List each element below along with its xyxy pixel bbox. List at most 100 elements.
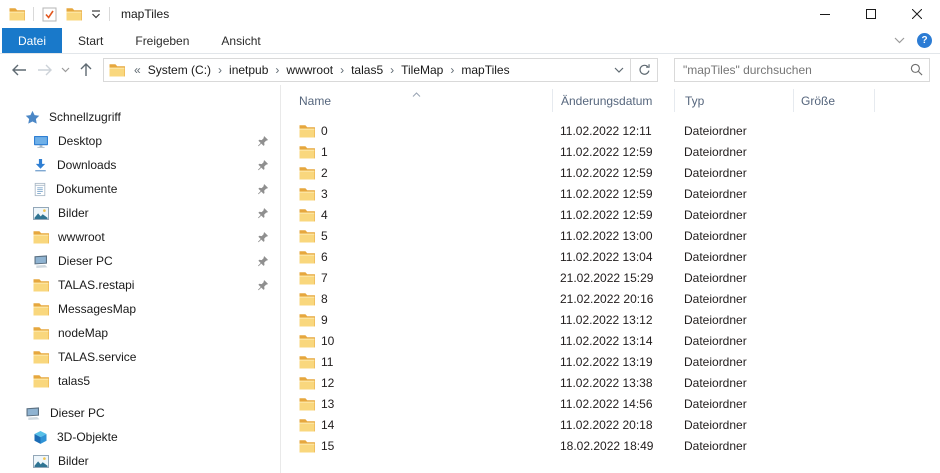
- tab-freigeben[interactable]: Freigeben: [119, 28, 205, 53]
- desktop-icon: [33, 134, 49, 149]
- file-type: Dateiordner: [684, 351, 747, 372]
- search-icon[interactable]: [903, 63, 929, 76]
- crumb-separator-icon[interactable]: ›: [448, 63, 456, 77]
- sidebar-item-dieser-pc[interactable]: Dieser PC: [0, 249, 280, 273]
- sidebar-item-bilder[interactable]: Bilder: [0, 201, 280, 225]
- file-type: Dateiordner: [684, 393, 747, 414]
- pin-icon: [257, 231, 269, 246]
- title-bar: mapTiles: [0, 0, 940, 28]
- file-row-10[interactable]: 1011.02.2022 13:14Dateiordner: [281, 330, 940, 351]
- ribbon-tab-bar: DateiStartFreigebenAnsicht ?: [0, 28, 940, 54]
- recent-locations-icon[interactable]: [58, 58, 73, 82]
- tab-datei[interactable]: Datei: [2, 28, 62, 53]
- folder-icon: [299, 246, 315, 267]
- folder-icon: [299, 183, 315, 204]
- file-type: Dateiordner: [684, 225, 747, 246]
- file-row-8[interactable]: 821.02.2022 20:16Dateiordner: [281, 288, 940, 309]
- column-header-gr-e[interactable]: Größe: [801, 94, 835, 108]
- window-folder-icon: [9, 7, 25, 21]
- file-row-11[interactable]: 1111.02.2022 13:19Dateiordner: [281, 351, 940, 372]
- caption-buttons: [802, 0, 940, 28]
- column-separator[interactable]: [552, 89, 553, 112]
- file-name: 1: [321, 141, 328, 162]
- file-row-9[interactable]: 911.02.2022 13:12Dateiordner: [281, 309, 940, 330]
- file-name: 4: [321, 204, 328, 225]
- column-header-nderungsdatum[interactable]: Änderungsdatum: [561, 94, 652, 108]
- sidebar-item-dokumente[interactable]: Dokumente: [0, 177, 280, 201]
- tab-ansicht[interactable]: Ansicht: [205, 28, 276, 53]
- file-row-3[interactable]: 311.02.2022 12:59Dateiordner: [281, 183, 940, 204]
- search-input[interactable]: [675, 63, 903, 77]
- folder-icon: [299, 309, 315, 330]
- file-row-7[interactable]: 721.02.2022 15:29Dateiordner: [281, 267, 940, 288]
- file-row-14[interactable]: 1411.02.2022 20:18Dateiordner: [281, 414, 940, 435]
- folder-icon: [299, 225, 315, 246]
- file-row-4[interactable]: 411.02.2022 12:59Dateiordner: [281, 204, 940, 225]
- crumb-inetpub[interactable]: inetpub: [226, 63, 271, 77]
- sidebar-item-wwwroot[interactable]: wwwroot: [0, 225, 280, 249]
- sidebar-item-label: Downloads: [57, 158, 116, 172]
- folder-icon: [33, 374, 49, 388]
- column-separator[interactable]: [793, 89, 794, 112]
- sidebar-item-messagesmap[interactable]: MessagesMap: [0, 297, 280, 321]
- sidebar-item-downloads[interactable]: Downloads: [0, 153, 280, 177]
- forward-button[interactable]: [32, 58, 58, 82]
- sidebar-item-schnellzugriff[interactable]: Schnellzugriff: [0, 105, 280, 129]
- file-row-2[interactable]: 211.02.2022 12:59Dateiordner: [281, 162, 940, 183]
- sidebar-item-talas5[interactable]: talas5: [0, 369, 280, 393]
- file-type: Dateiordner: [684, 183, 747, 204]
- sidebar-item-dieser-pc[interactable]: Dieser PC: [0, 401, 280, 425]
- crumb-maptiles[interactable]: mapTiles: [458, 63, 512, 77]
- sidebar-item-3d-objekte[interactable]: 3D-Objekte: [0, 425, 280, 449]
- quick-access-dropdown-icon[interactable]: [91, 10, 101, 19]
- minimize-button[interactable]: [802, 0, 848, 28]
- file-row-15[interactable]: 1518.02.2022 18:49Dateiordner: [281, 435, 940, 456]
- breadcrumb-overflow-icon[interactable]: «: [130, 63, 143, 77]
- refresh-icon[interactable]: [631, 59, 657, 81]
- crumb-system-c[interactable]: System (C:): [145, 63, 214, 77]
- file-modified-date: 21.02.2022 15:29: [560, 267, 653, 288]
- up-button[interactable]: [73, 58, 99, 82]
- file-row-6[interactable]: 611.02.2022 13:04Dateiordner: [281, 246, 940, 267]
- close-button[interactable]: [894, 0, 940, 28]
- folder-icon: [299, 120, 315, 141]
- maximize-button[interactable]: [848, 0, 894, 28]
- file-type: Dateiordner: [684, 435, 747, 456]
- tab-start[interactable]: Start: [62, 28, 119, 53]
- properties-icon[interactable]: [42, 7, 57, 22]
- file-row-12[interactable]: 1211.02.2022 13:38Dateiordner: [281, 372, 940, 393]
- column-separator[interactable]: [874, 89, 875, 112]
- crumb-tilemap[interactable]: TileMap: [398, 63, 446, 77]
- crumb-separator-icon[interactable]: ›: [273, 63, 281, 77]
- address-dropdown-icon[interactable]: [608, 59, 630, 81]
- crumb-separator-icon[interactable]: ›: [216, 63, 224, 77]
- crumb-talas5[interactable]: talas5: [348, 63, 386, 77]
- file-row-13[interactable]: 1311.02.2022 14:56Dateiordner: [281, 393, 940, 414]
- sort-ascending-icon: [412, 86, 421, 100]
- new-folder-icon[interactable]: [66, 7, 82, 21]
- sidebar-item-desktop[interactable]: Desktop: [0, 129, 280, 153]
- file-modified-date: 18.02.2022 18:49: [560, 435, 653, 456]
- file-row-1[interactable]: 111.02.2022 12:59Dateiordner: [281, 141, 940, 162]
- folder-icon: [299, 330, 315, 351]
- ribbon-expand-icon[interactable]: [894, 37, 905, 44]
- address-bar[interactable]: «System (C:)›inetpub›wwwroot›talas5›Tile…: [103, 58, 658, 82]
- sidebar-item-talas-restapi[interactable]: TALAS.restapi: [0, 273, 280, 297]
- crumb-separator-icon[interactable]: ›: [338, 63, 346, 77]
- file-row-0[interactable]: 011.02.2022 12:11Dateiordner: [281, 120, 940, 141]
- crumb-wwwroot[interactable]: wwwroot: [283, 63, 336, 77]
- column-separator[interactable]: [674, 89, 675, 112]
- help-icon[interactable]: ?: [917, 33, 932, 48]
- crumb-separator-icon[interactable]: ›: [388, 63, 396, 77]
- sidebar-item-bilder[interactable]: Bilder: [0, 449, 280, 473]
- folder-icon: [299, 204, 315, 225]
- column-header-typ[interactable]: Typ: [685, 94, 704, 108]
- quick-access-toolbar: [42, 7, 101, 22]
- file-modified-date: 11.02.2022 13:14: [560, 330, 653, 351]
- sidebar-item-talas-service[interactable]: TALAS.service: [0, 345, 280, 369]
- back-button[interactable]: [6, 58, 32, 82]
- file-row-5[interactable]: 511.02.2022 13:00Dateiordner: [281, 225, 940, 246]
- column-header-name[interactable]: Name: [299, 94, 331, 108]
- sidebar-item-nodemap[interactable]: nodeMap: [0, 321, 280, 345]
- pin-icon: [257, 255, 269, 270]
